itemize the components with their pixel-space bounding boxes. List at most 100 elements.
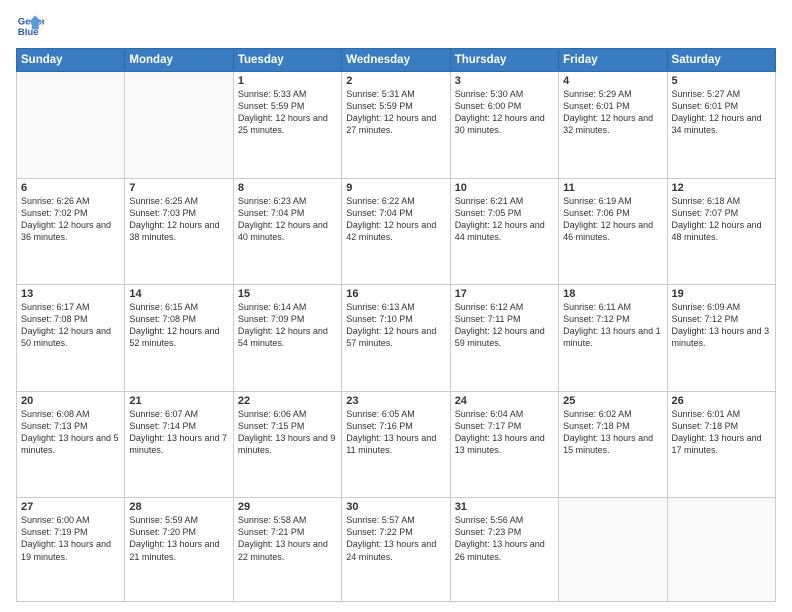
cell-info: Sunrise: 5:59 AM Sunset: 7:20 PM Dayligh… [129,514,228,563]
cell-info: Sunrise: 6:02 AM Sunset: 7:18 PM Dayligh… [563,408,662,457]
day-number: 9 [346,182,445,194]
cell-info: Sunrise: 5:27 AM Sunset: 6:01 PM Dayligh… [672,88,771,137]
calendar-week-row: 13Sunrise: 6:17 AM Sunset: 7:08 PM Dayli… [17,285,776,392]
day-number: 24 [455,395,554,407]
cell-info: Sunrise: 5:31 AM Sunset: 5:59 PM Dayligh… [346,88,445,137]
calendar-cell: 26Sunrise: 6:01 AM Sunset: 7:18 PM Dayli… [667,391,775,498]
calendar-cell: 27Sunrise: 6:00 AM Sunset: 7:19 PM Dayli… [17,498,125,602]
day-number: 14 [129,288,228,300]
calendar-cell: 15Sunrise: 6:14 AM Sunset: 7:09 PM Dayli… [233,285,341,392]
day-number: 5 [672,75,771,87]
cell-info: Sunrise: 6:08 AM Sunset: 7:13 PM Dayligh… [21,408,120,457]
calendar-week-row: 27Sunrise: 6:00 AM Sunset: 7:19 PM Dayli… [17,498,776,602]
cell-info: Sunrise: 6:23 AM Sunset: 7:04 PM Dayligh… [238,195,337,244]
weekday-header: Saturday [667,49,775,72]
cell-info: Sunrise: 5:57 AM Sunset: 7:22 PM Dayligh… [346,514,445,563]
cell-info: Sunrise: 6:05 AM Sunset: 7:16 PM Dayligh… [346,408,445,457]
calendar-cell: 19Sunrise: 6:09 AM Sunset: 7:12 PM Dayli… [667,285,775,392]
calendar-cell: 24Sunrise: 6:04 AM Sunset: 7:17 PM Dayli… [450,391,558,498]
header: General Blue [16,12,776,40]
calendar-cell: 12Sunrise: 6:18 AM Sunset: 7:07 PM Dayli… [667,178,775,285]
cell-info: Sunrise: 6:18 AM Sunset: 7:07 PM Dayligh… [672,195,771,244]
day-number: 10 [455,182,554,194]
calendar-cell: 31Sunrise: 5:56 AM Sunset: 7:23 PM Dayli… [450,498,558,602]
cell-info: Sunrise: 6:25 AM Sunset: 7:03 PM Dayligh… [129,195,228,244]
calendar-cell [125,72,233,179]
cell-info: Sunrise: 5:58 AM Sunset: 7:21 PM Dayligh… [238,514,337,563]
calendar-cell: 21Sunrise: 6:07 AM Sunset: 7:14 PM Dayli… [125,391,233,498]
calendar-cell: 5Sunrise: 5:27 AM Sunset: 6:01 PM Daylig… [667,72,775,179]
calendar-page: General Blue SundayMondayTuesdayWednesda… [0,0,792,612]
cell-info: Sunrise: 5:56 AM Sunset: 7:23 PM Dayligh… [455,514,554,563]
cell-info: Sunrise: 6:12 AM Sunset: 7:11 PM Dayligh… [455,301,554,350]
day-number: 15 [238,288,337,300]
calendar-table: SundayMondayTuesdayWednesdayThursdayFrid… [16,48,776,602]
day-number: 17 [455,288,554,300]
calendar-cell: 7Sunrise: 6:25 AM Sunset: 7:03 PM Daylig… [125,178,233,285]
day-number: 2 [346,75,445,87]
cell-info: Sunrise: 5:30 AM Sunset: 6:00 PM Dayligh… [455,88,554,137]
calendar-cell: 8Sunrise: 6:23 AM Sunset: 7:04 PM Daylig… [233,178,341,285]
day-number: 25 [563,395,662,407]
cell-info: Sunrise: 6:07 AM Sunset: 7:14 PM Dayligh… [129,408,228,457]
cell-info: Sunrise: 6:14 AM Sunset: 7:09 PM Dayligh… [238,301,337,350]
cell-info: Sunrise: 6:19 AM Sunset: 7:06 PM Dayligh… [563,195,662,244]
calendar-cell: 13Sunrise: 6:17 AM Sunset: 7:08 PM Dayli… [17,285,125,392]
calendar-cell: 23Sunrise: 6:05 AM Sunset: 7:16 PM Dayli… [342,391,450,498]
day-number: 31 [455,501,554,513]
calendar-week-row: 6Sunrise: 6:26 AM Sunset: 7:02 PM Daylig… [17,178,776,285]
day-number: 8 [238,182,337,194]
calendar-cell: 6Sunrise: 6:26 AM Sunset: 7:02 PM Daylig… [17,178,125,285]
weekday-header: Sunday [17,49,125,72]
calendar-cell [559,498,667,602]
day-number: 11 [563,182,662,194]
cell-info: Sunrise: 6:26 AM Sunset: 7:02 PM Dayligh… [21,195,120,244]
calendar-header-row: SundayMondayTuesdayWednesdayThursdayFrid… [17,49,776,72]
day-number: 29 [238,501,337,513]
day-number: 7 [129,182,228,194]
calendar-cell: 10Sunrise: 6:21 AM Sunset: 7:05 PM Dayli… [450,178,558,285]
calendar-cell: 28Sunrise: 5:59 AM Sunset: 7:20 PM Dayli… [125,498,233,602]
day-number: 3 [455,75,554,87]
calendar-cell [17,72,125,179]
calendar-cell [667,498,775,602]
calendar-cell: 30Sunrise: 5:57 AM Sunset: 7:22 PM Dayli… [342,498,450,602]
day-number: 23 [346,395,445,407]
calendar-cell: 17Sunrise: 6:12 AM Sunset: 7:11 PM Dayli… [450,285,558,392]
cell-info: Sunrise: 5:33 AM Sunset: 5:59 PM Dayligh… [238,88,337,137]
weekday-header: Thursday [450,49,558,72]
logo: General Blue [16,12,48,40]
cell-info: Sunrise: 6:06 AM Sunset: 7:15 PM Dayligh… [238,408,337,457]
day-number: 1 [238,75,337,87]
calendar-cell: 18Sunrise: 6:11 AM Sunset: 7:12 PM Dayli… [559,285,667,392]
day-number: 16 [346,288,445,300]
cell-info: Sunrise: 6:13 AM Sunset: 7:10 PM Dayligh… [346,301,445,350]
day-number: 13 [21,288,120,300]
day-number: 18 [563,288,662,300]
day-number: 26 [672,395,771,407]
cell-info: Sunrise: 6:15 AM Sunset: 7:08 PM Dayligh… [129,301,228,350]
calendar-cell: 20Sunrise: 6:08 AM Sunset: 7:13 PM Dayli… [17,391,125,498]
calendar-cell: 22Sunrise: 6:06 AM Sunset: 7:15 PM Dayli… [233,391,341,498]
calendar-cell: 4Sunrise: 5:29 AM Sunset: 6:01 PM Daylig… [559,72,667,179]
weekday-header: Friday [559,49,667,72]
weekday-header: Monday [125,49,233,72]
calendar-cell: 14Sunrise: 6:15 AM Sunset: 7:08 PM Dayli… [125,285,233,392]
calendar-cell: 29Sunrise: 5:58 AM Sunset: 7:21 PM Dayli… [233,498,341,602]
calendar-cell: 1Sunrise: 5:33 AM Sunset: 5:59 PM Daylig… [233,72,341,179]
weekday-header: Wednesday [342,49,450,72]
logo-icon: General Blue [16,12,44,40]
day-number: 19 [672,288,771,300]
cell-info: Sunrise: 6:04 AM Sunset: 7:17 PM Dayligh… [455,408,554,457]
day-number: 21 [129,395,228,407]
day-number: 12 [672,182,771,194]
calendar-cell: 9Sunrise: 6:22 AM Sunset: 7:04 PM Daylig… [342,178,450,285]
weekday-header: Tuesday [233,49,341,72]
cell-info: Sunrise: 6:01 AM Sunset: 7:18 PM Dayligh… [672,408,771,457]
cell-info: Sunrise: 6:00 AM Sunset: 7:19 PM Dayligh… [21,514,120,563]
calendar-cell: 16Sunrise: 6:13 AM Sunset: 7:10 PM Dayli… [342,285,450,392]
cell-info: Sunrise: 6:21 AM Sunset: 7:05 PM Dayligh… [455,195,554,244]
day-number: 30 [346,501,445,513]
calendar-cell: 11Sunrise: 6:19 AM Sunset: 7:06 PM Dayli… [559,178,667,285]
calendar-week-row: 20Sunrise: 6:08 AM Sunset: 7:13 PM Dayli… [17,391,776,498]
